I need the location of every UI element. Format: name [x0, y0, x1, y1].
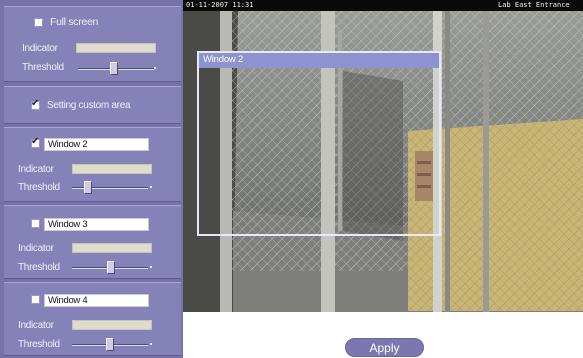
full-screen-threshold-slider[interactable] [110, 62, 118, 75]
window-2-indicator-label: Indicator [18, 164, 54, 175]
window-3-indicator-bar [72, 243, 152, 253]
window-2-threshold-slider[interactable] [84, 181, 92, 194]
settings-panel: Full screen Indicator Threshold Setting … [0, 0, 183, 358]
camera-timestamp: 01-11-2007 11:31 [186, 1, 254, 9]
window-3-threshold-slider[interactable] [107, 261, 115, 274]
window-4-indicator-bar [72, 320, 152, 330]
custom-area-label: Setting custom area [47, 100, 131, 111]
window-2-name-field[interactable]: Window 2 [44, 138, 149, 151]
full-screen-label: Full screen [50, 16, 99, 28]
full-screen-threshold-label: Threshold [22, 62, 64, 73]
window-2-threshold-label: Threshold [18, 182, 60, 193]
window-2-checkbox[interactable] [31, 136, 40, 148]
full-screen-checkbox[interactable] [34, 18, 43, 27]
camera-name: Lab East Entrance [498, 1, 570, 9]
apply-button[interactable]: Apply [345, 338, 424, 357]
window-2-indicator-bar [72, 164, 152, 174]
window-4-indicator-label: Indicator [18, 320, 54, 331]
window-4-threshold-label: Threshold [18, 339, 60, 350]
full-screen-indicator-label: Indicator [22, 43, 58, 54]
window-3-threshold-label: Threshold [18, 262, 60, 273]
detection-window-title[interactable]: Window 2 [199, 53, 439, 68]
window-4-group: Window 4 Indicator Threshold [4, 282, 181, 356]
window-3-threshold-end-dot [150, 266, 152, 268]
custom-area-group: Setting custom area [4, 86, 181, 124]
window-2-threshold-end-dot [150, 186, 152, 188]
window-2-group: Window 2 Indicator Threshold [4, 127, 181, 202]
window-3-group: Window 3 Indicator Threshold [4, 205, 181, 279]
window-3-name-field[interactable]: Window 3 [44, 218, 149, 231]
window-4-name-field[interactable]: Window 4 [44, 294, 149, 307]
window-4-checkbox[interactable] [31, 295, 40, 304]
full-screen-group: Full screen Indicator Threshold [4, 6, 181, 82]
window-3-indicator-label: Indicator [18, 243, 54, 254]
window-3-checkbox[interactable] [31, 219, 40, 228]
window-4-threshold-end-dot [150, 343, 152, 345]
camera-osd-bar: 01-11-2007 11:31 Lab East Entrance [183, 0, 583, 11]
full-screen-indicator-bar [76, 43, 156, 53]
detection-window[interactable]: Window 2 [197, 51, 441, 236]
full-screen-threshold-end-dot [154, 67, 156, 69]
camera-view[interactable]: Window 2 [183, 11, 583, 312]
action-bar: Apply [183, 312, 583, 358]
window-4-threshold-slider[interactable] [106, 338, 114, 351]
motion-detection-app: Full screen Indicator Threshold Setting … [0, 0, 583, 358]
custom-area-checkbox[interactable] [31, 98, 40, 110]
